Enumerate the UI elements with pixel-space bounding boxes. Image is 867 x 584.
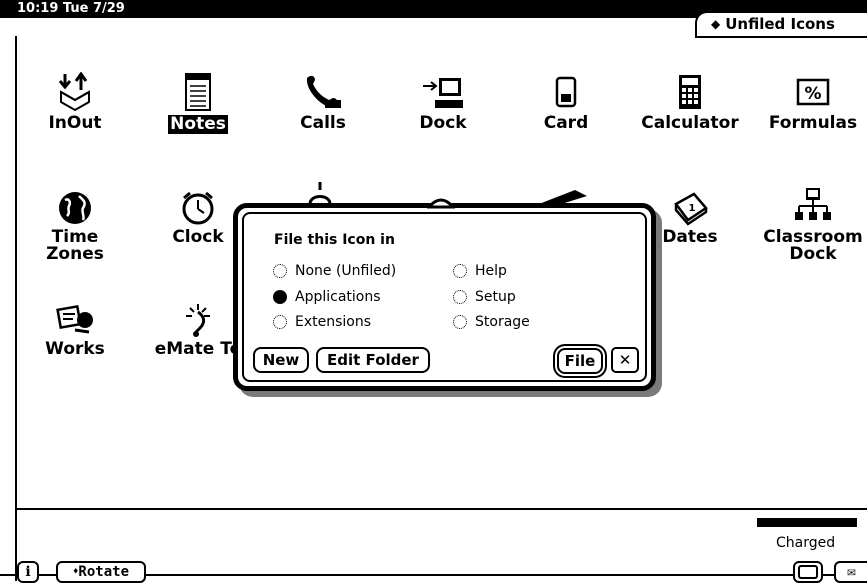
info-button[interactable]: i [17, 561, 39, 583]
app-icon-time-zones[interactable]: Time Zones [15, 190, 135, 263]
globe-icon [59, 192, 91, 224]
radio-label: None (Unfiled) [295, 263, 397, 279]
edit-folder-button[interactable]: Edit Folder [316, 347, 430, 373]
radio-none-unfiled[interactable]: None (Unfiled) [273, 263, 396, 279]
dock-icon [423, 78, 463, 108]
app-icon-label: Notes [168, 114, 228, 134]
radio-label: Setup [475, 289, 516, 305]
radio-circle-selected [273, 290, 287, 304]
calculator-icon [679, 75, 701, 109]
app-icon-classroom-dock[interactable]: Classroom Dock [753, 186, 867, 263]
emate-tour-icon [186, 304, 210, 337]
app-icon-label: Clock [172, 227, 224, 247]
app-icon-label: InOut [48, 113, 102, 133]
app-icon-label: Dock [419, 113, 467, 133]
status-bar: 10:19 Tue 7/29 ◆ Unfiled Icons [0, 0, 867, 38]
alarm-clock-icon [182, 191, 214, 225]
notes-icon [185, 73, 211, 111]
app-icon-label: Classroom Dock [763, 227, 863, 264]
keyboard-icon [798, 565, 818, 579]
card-icon [555, 76, 577, 108]
file-button[interactable]: File [557, 348, 603, 374]
app-icon-card[interactable]: Card [506, 72, 626, 132]
bottom-divider [17, 508, 867, 510]
app-icon-label: Dates [662, 227, 718, 247]
app-icon-label: Calculator [641, 113, 739, 133]
app-icon-formulas[interactable]: % Formulas [753, 72, 867, 132]
folder-tab-label: Unfiled Icons [725, 15, 835, 33]
radio-applications[interactable]: Applications [273, 289, 381, 305]
formulas-icon: % [796, 78, 830, 106]
radio-circle [273, 315, 287, 329]
app-icon-label: Time Zones [46, 227, 104, 264]
dialog-title: File this Icon in [274, 232, 395, 248]
works-icon [56, 304, 93, 334]
radio-circle [453, 315, 467, 329]
network-icon [795, 188, 831, 220]
radio-label: Help [475, 263, 507, 279]
dialog-pointer [427, 198, 455, 209]
file-dialog: File this Icon in None (Unfiled) Applica… [233, 203, 656, 391]
keyboard-button[interactable] [793, 561, 823, 583]
radio-storage[interactable]: Storage [453, 314, 530, 330]
radio-setup[interactable]: Setup [453, 289, 516, 305]
app-icon-dock[interactable]: Dock [383, 72, 503, 132]
svg-text:1: 1 [689, 203, 696, 214]
battery-gauge [757, 518, 857, 527]
inout-icon [58, 72, 90, 112]
clock-readout[interactable]: 10:19 Tue 7/29 [17, 2, 125, 16]
radio-label: Applications [295, 289, 381, 305]
radio-extensions[interactable]: Extensions [273, 314, 371, 330]
folder-tab[interactable]: ◆ Unfiled Icons [695, 11, 867, 38]
app-icon-inout[interactable]: InOut [15, 72, 135, 132]
diamond-marker: ◆ [711, 17, 721, 31]
calendar-icon: 1 [674, 192, 708, 226]
envelope-icon: ✉ [847, 564, 856, 580]
radio-label: Extensions [295, 314, 372, 330]
app-icon-calculator[interactable]: Calculator [630, 72, 750, 132]
app-icon-label: Card [543, 113, 589, 133]
radio-circle [453, 264, 467, 278]
app-icon-works[interactable]: Works [15, 302, 135, 358]
app-icon-label: Calls [300, 113, 346, 133]
svg-text:%: % [804, 84, 821, 104]
app-icon-label: Works [45, 339, 105, 359]
app-icon-label: eMate To [154, 339, 242, 359]
overview-button[interactable]: ✉ [834, 561, 867, 583]
phone-icon [306, 75, 341, 108]
new-button[interactable]: New [253, 347, 309, 373]
radio-label: Storage [475, 314, 530, 330]
radio-help[interactable]: Help [453, 263, 507, 279]
app-icon-notes[interactable]: Notes [138, 72, 258, 134]
app-icon-calls[interactable]: Calls [263, 72, 383, 132]
rotate-label: Rotate [78, 564, 129, 580]
battery-status: Charged [776, 535, 836, 551]
radio-circle [453, 290, 467, 304]
rotate-button[interactable]: ♦ Rotate [56, 561, 146, 583]
radio-circle [273, 264, 287, 278]
close-button[interactable]: ✕ [611, 347, 639, 373]
app-icon-label: Formulas [768, 113, 858, 133]
